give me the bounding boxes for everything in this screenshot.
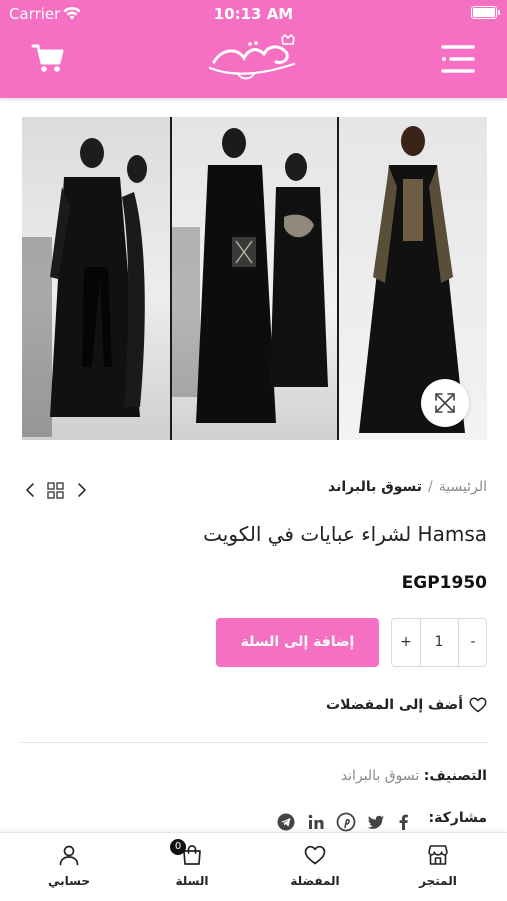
tab-cart[interactable]: 0 السلة xyxy=(142,833,242,901)
product-price: EGP1950 xyxy=(401,573,487,593)
quantity-input[interactable]: 1 xyxy=(420,619,458,666)
tab-account[interactable]: حسابي xyxy=(19,833,119,901)
product-title: Hamsa لشراء عبايات في الكويت xyxy=(203,522,487,546)
share-icons xyxy=(276,812,412,832)
tab-account-label: حسابي xyxy=(47,874,90,888)
breadcrumb: الرئيسية / تسوق بالبراند xyxy=(328,479,487,495)
add-to-wishlist-link[interactable]: أضف إلى المفضلات xyxy=(326,697,487,713)
tab-store[interactable]: المتجر xyxy=(388,833,488,901)
heart-icon xyxy=(304,845,326,865)
telegram-icon[interactable] xyxy=(276,812,296,832)
product-navigation xyxy=(24,480,90,500)
expand-icon xyxy=(435,393,455,413)
next-product-icon[interactable] xyxy=(78,483,86,497)
naeomi-mall-logo xyxy=(208,33,296,80)
breadcrumb-category-link[interactable]: تسوق بالبراند xyxy=(328,479,422,495)
bottom-tab-bar: المتجر المفضلة 0 السلة حسابي xyxy=(0,832,507,901)
grid-icon[interactable] xyxy=(47,482,64,499)
user-icon xyxy=(59,845,79,866)
share-label: مشاركة: xyxy=(428,810,487,826)
breadcrumb-separator: / xyxy=(428,479,433,495)
breadcrumb-home-link[interactable]: الرئيسية xyxy=(439,479,487,495)
linkedin-icon[interactable] xyxy=(306,812,326,832)
quantity-stepper: + 1 - xyxy=(391,618,487,667)
hamburger-menu-icon[interactable] xyxy=(440,42,476,76)
twitter-icon[interactable] xyxy=(366,812,386,832)
product-image[interactable] xyxy=(22,117,487,440)
status-time: 10:13 AM xyxy=(213,5,294,23)
divider xyxy=(20,742,487,743)
quantity-decrease-button[interactable]: - xyxy=(458,619,487,666)
tab-cart-label: السلة xyxy=(175,874,209,888)
product-category: التصنيف: تسوق بالبراند xyxy=(341,768,487,784)
facebook-icon[interactable] xyxy=(394,812,414,832)
store-icon xyxy=(428,845,448,865)
category-label: التصنيف: xyxy=(423,768,487,784)
previous-product-icon[interactable] xyxy=(26,483,34,497)
quantity-increase-button[interactable]: + xyxy=(392,619,421,666)
tab-favorites[interactable]: المفضلة xyxy=(265,833,365,901)
category-link[interactable]: تسوق بالبراند xyxy=(341,768,419,784)
cart-icon[interactable] xyxy=(30,40,66,76)
app-header: Carrier 10:13 AM xyxy=(0,0,507,98)
product-photo-1 xyxy=(22,117,170,440)
cart-count-badge: 0 xyxy=(170,839,186,855)
status-bar: Carrier 10:13 AM xyxy=(0,0,507,28)
battery-icon xyxy=(471,6,500,19)
tab-favorites-label: المفضلة xyxy=(290,874,340,888)
pinterest-icon[interactable] xyxy=(336,812,356,832)
wishlist-label: أضف إلى المفضلات xyxy=(326,697,463,713)
product-photo-2 xyxy=(172,117,337,440)
heart-outline-icon xyxy=(469,697,487,713)
add-to-cart-button[interactable]: إضافة إلى السلة xyxy=(216,618,379,667)
tab-store-label: المتجر xyxy=(419,874,457,888)
expand-image-button[interactable] xyxy=(421,379,469,427)
